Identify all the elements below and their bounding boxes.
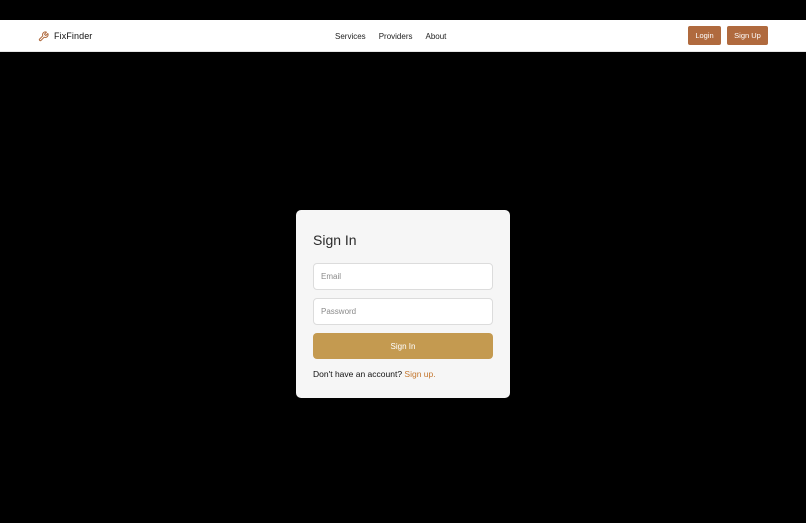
nav-link-providers[interactable]: Providers — [379, 32, 413, 41]
navbar: FixFinder Services Providers About Login… — [0, 20, 806, 52]
signin-card: Sign In Sign In Don't have an account? S… — [296, 210, 510, 398]
signup-link[interactable]: Sign up. — [404, 369, 435, 379]
signup-prompt: Don't have an account? Sign up. — [313, 369, 436, 379]
main-nav: Services Providers About — [335, 20, 446, 52]
page: FixFinder Services Providers About Login… — [0, 0, 806, 523]
email-field[interactable] — [313, 263, 493, 290]
nav-link-about[interactable]: About — [425, 32, 446, 41]
password-field[interactable] — [313, 298, 493, 325]
signup-button[interactable]: Sign Up — [727, 26, 768, 45]
wrench-icon — [38, 30, 49, 42]
brand-logo[interactable]: FixFinder — [38, 20, 92, 52]
brand-name: FixFinder — [54, 31, 93, 41]
nav-link-services[interactable]: Services — [335, 32, 366, 41]
signin-submit-button[interactable]: Sign In — [313, 333, 493, 359]
login-button[interactable]: Login — [688, 26, 721, 45]
signup-prompt-text: Don't have an account? — [313, 369, 403, 379]
signin-title: Sign In — [313, 232, 357, 248]
